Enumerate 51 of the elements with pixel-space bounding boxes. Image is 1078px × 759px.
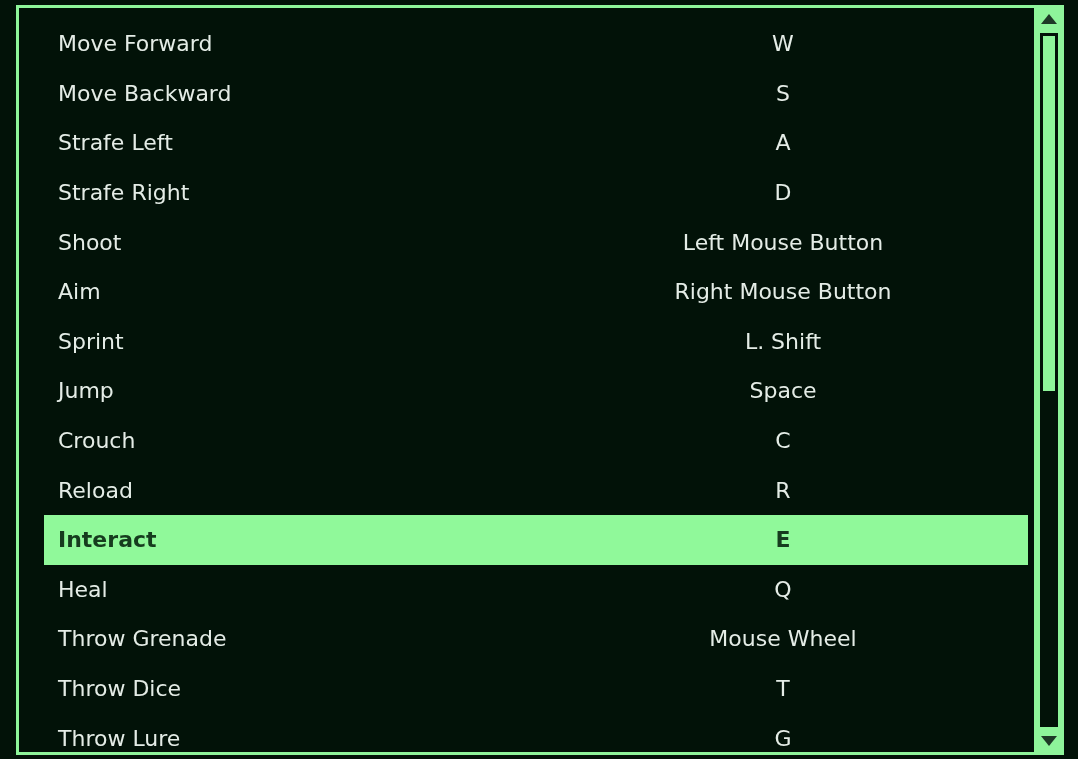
action-label: Throw Grenade: [58, 626, 228, 652]
action-label: Move Forward: [58, 31, 214, 57]
key-label: Right Mouse Button: [673, 279, 893, 305]
key-label: W: [771, 31, 795, 57]
action-label: Aim: [58, 279, 102, 305]
binding-row[interactable]: Move Forward W: [44, 19, 1028, 69]
scrollbar-thumb[interactable]: [1041, 34, 1057, 393]
binding-row[interactable]: Heal Q: [44, 564, 1028, 615]
action-label: Strafe Left: [58, 130, 174, 156]
action-label: Reload: [58, 477, 134, 503]
key-label: L. Shift: [743, 328, 823, 354]
binding-row[interactable]: Reload R: [44, 465, 1028, 515]
action-label: Throw Lure: [58, 725, 182, 751]
down-triangle-icon: [1041, 736, 1057, 746]
key-label: R: [774, 477, 792, 503]
binding-row[interactable]: Sprint L. Shift: [44, 316, 1028, 367]
binding-row[interactable]: Throw Dice T: [44, 663, 1028, 714]
key-label: G: [773, 725, 793, 751]
scrollbar[interactable]: [1034, 5, 1064, 755]
action-label: Sprint: [58, 328, 125, 354]
key-label: A: [774, 130, 792, 156]
key-label: S: [775, 80, 791, 106]
key-label: Mouse Wheel: [708, 626, 858, 652]
binding-row[interactable]: Move Backward S: [44, 68, 1028, 119]
binding-row[interactable]: Aim Right Mouse Button: [44, 266, 1028, 317]
key-label: T: [775, 676, 791, 701]
scroll-up-button[interactable]: [1037, 8, 1061, 30]
key-label: D: [773, 180, 793, 206]
action-label: Strafe Right: [58, 180, 191, 206]
binding-row[interactable]: Strafe Right D: [44, 167, 1028, 218]
binding-row[interactable]: Jump Space: [44, 366, 1028, 416]
action-label: Move Backward: [58, 80, 233, 106]
binding-row[interactable]: Throw Grenade Mouse Wheel: [44, 614, 1028, 664]
binding-row[interactable]: Strafe Left A: [44, 118, 1028, 168]
selected-binding-row[interactable]: Interact E: [44, 514, 1028, 565]
key-label: Left Mouse Button: [681, 229, 885, 255]
action-label: Throw Dice: [58, 676, 183, 701]
binding-row[interactable]: Crouch C: [44, 415, 1028, 466]
key-label: Space: [748, 378, 818, 404]
action-label: Jump: [58, 378, 115, 404]
up-triangle-icon: [1041, 14, 1057, 24]
binding-row[interactable]: Throw Lure G: [44, 713, 1028, 759]
action-label: Crouch: [58, 428, 137, 454]
binding-row[interactable]: Shoot Left Mouse Button: [44, 217, 1028, 267]
action-label: Heal: [58, 576, 109, 602]
action-label: Interact: [58, 527, 158, 553]
key-label: C: [774, 428, 792, 454]
action-label: Shoot: [58, 229, 123, 255]
key-label: Q: [773, 576, 793, 602]
key-label: E: [774, 527, 792, 553]
scroll-down-button[interactable]: [1037, 730, 1061, 752]
